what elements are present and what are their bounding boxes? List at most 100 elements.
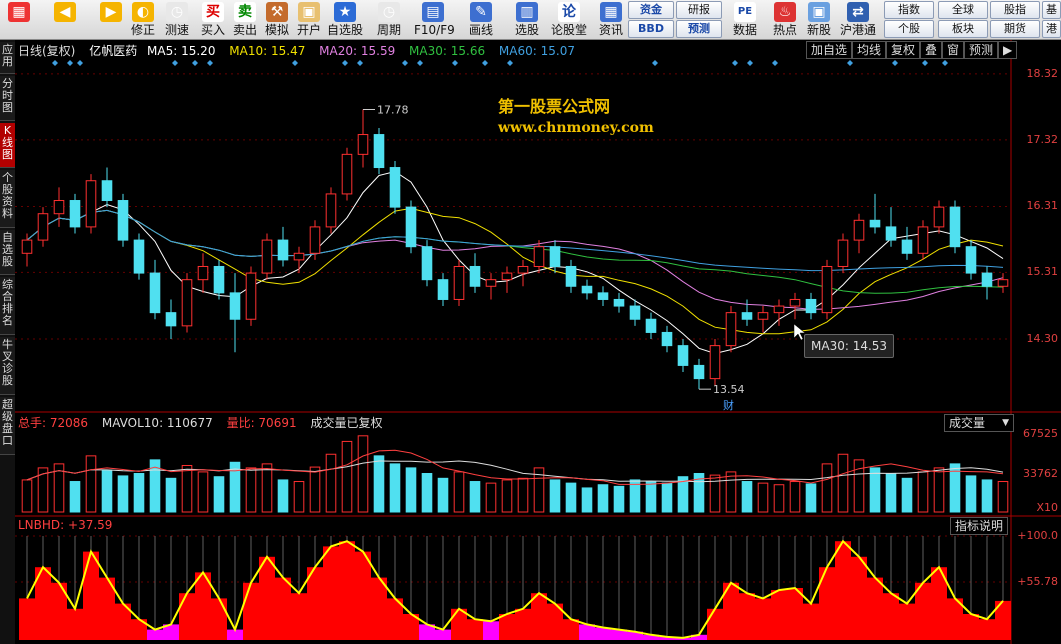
toolbar-button-14[interactable]: 论论股堂 xyxy=(550,0,588,40)
toolbar-button2-0[interactable]: PE 数据 xyxy=(728,0,762,40)
candle-body xyxy=(117,200,129,241)
toolbar-button-label: 论股堂 xyxy=(550,23,587,37)
left-tab-3[interactable]: 个股资料 xyxy=(0,170,15,228)
volume-selector[interactable]: 成交量 ▼ xyxy=(944,414,1014,432)
signal-marker xyxy=(192,60,198,66)
price-tick-label: 17.32 xyxy=(1026,132,1059,146)
toolbar-button-0[interactable]: ▦ xyxy=(2,0,36,40)
ma30-label: MA30: 15.66 xyxy=(409,44,486,58)
forward-arrow-icon: ▶ xyxy=(100,2,122,22)
candle-body xyxy=(85,180,97,228)
volume-tick-label: 33762 xyxy=(1023,467,1058,480)
volume-bar xyxy=(21,479,33,513)
left-tab-5[interactable]: 综合排名 xyxy=(0,277,15,335)
signal-marker xyxy=(452,60,458,66)
volume-bar xyxy=(341,440,353,513)
indicator-area xyxy=(19,598,35,640)
toolbar-button-12[interactable]: ✎ 画线 xyxy=(462,0,500,40)
signal-marker xyxy=(207,60,213,66)
market-button-2[interactable]: 股指 xyxy=(990,1,1040,19)
candle-body xyxy=(405,206,417,248)
price-header-button-2[interactable]: 复权 xyxy=(886,41,921,59)
ma10-label: MA10: 15.47 xyxy=(229,44,306,58)
price-header-button-6[interactable]: ▶ xyxy=(998,41,1018,59)
period-label[interactable]: 日线(复权) xyxy=(18,44,75,58)
toolbar-button-11[interactable]: ▤ F10/F9 xyxy=(414,0,455,40)
clock-icon: ◷ xyxy=(166,2,188,22)
indicator-area xyxy=(179,593,195,640)
left-tab-0[interactable]: 应用 xyxy=(0,42,15,74)
price-header-button-5[interactable]: 预测 xyxy=(964,41,999,59)
price-tick-label: 14.30 xyxy=(1026,332,1059,346)
candle-body xyxy=(997,279,1009,287)
left-tab-7[interactable]: 超级盘口 xyxy=(0,397,15,455)
indicator-help-button[interactable]: 指标说明 xyxy=(950,517,1009,535)
indicator-tick-label: +55.78 xyxy=(1017,574,1058,588)
volume-bar xyxy=(917,471,929,513)
candle-body xyxy=(357,134,369,155)
volume-bar xyxy=(373,455,385,513)
lnbhd-label: LNBHD: +37.59 xyxy=(18,518,113,532)
signal-marker xyxy=(52,60,58,66)
toolbar-button2-3[interactable]: ⇄ 沪港通 xyxy=(836,0,880,40)
volume-note: 成交量已复权 xyxy=(310,416,383,430)
toolbar-button-label: 热点 xyxy=(772,23,797,37)
indicator-area xyxy=(851,556,867,640)
volume-bar xyxy=(597,484,609,513)
toolbar-button-4[interactable]: ◷ 测速 xyxy=(158,0,196,40)
volume-bar xyxy=(181,464,193,513)
toolbar-button-2[interactable]: ▶ xyxy=(94,0,128,40)
volume-bar xyxy=(133,473,145,513)
volume-bar xyxy=(85,455,97,513)
market-button-7[interactable]: 港 xyxy=(1042,20,1061,38)
signal-marker xyxy=(652,60,658,66)
candle-body xyxy=(597,292,609,300)
toolbar-button-3[interactable]: ◐ 修正 xyxy=(124,0,162,40)
candle-body xyxy=(325,193,337,228)
toolbar-small-button-2[interactable]: 研报 xyxy=(676,1,722,19)
left-tab-4[interactable]: 自选股 xyxy=(0,230,15,275)
candle-body xyxy=(837,239,849,267)
left-tab-2[interactable]: K线图 xyxy=(0,123,15,168)
candle-body xyxy=(693,364,705,380)
toolbar-button-10[interactable]: ◷ 周期 xyxy=(370,0,408,40)
signal-marker xyxy=(747,60,753,66)
chevron-down-icon: ▼ xyxy=(1002,418,1009,428)
volume-bar xyxy=(213,476,225,513)
indicator-area xyxy=(755,598,771,640)
toolbar-small-button-0[interactable]: 资金 xyxy=(628,1,674,19)
market-button-4[interactable]: 个股 xyxy=(884,20,934,38)
market-button-3[interactable]: 基 xyxy=(1042,1,1061,19)
grid-icon: ▦ xyxy=(8,2,30,22)
candle-body xyxy=(757,312,769,320)
price-tick-label: 15.31 xyxy=(1026,265,1059,279)
market-button-1[interactable]: 全球 xyxy=(938,1,988,19)
market-button-6[interactable]: 期货 xyxy=(990,20,1040,38)
total-volume: 总手: 72086 xyxy=(18,416,89,430)
market-button-5[interactable]: 板块 xyxy=(938,20,988,38)
volume-bar xyxy=(773,484,785,513)
left-tab-6[interactable]: 牛叉诊股 xyxy=(0,337,15,395)
indicator-area xyxy=(371,577,387,640)
price-header-button-1[interactable]: 均线 xyxy=(852,41,887,59)
volume-bar xyxy=(725,471,737,513)
toolbar-button2-2[interactable]: ▣ 新股 xyxy=(802,0,836,40)
toolbar-button2-1[interactable]: ♨ 热点 xyxy=(768,0,802,40)
signal-marker xyxy=(342,60,348,66)
price-header-button-4[interactable]: 窗 xyxy=(942,41,965,59)
price-header-button-3[interactable]: 叠 xyxy=(920,41,943,59)
candle-body xyxy=(933,206,945,228)
toolbar-button-9[interactable]: ★ 自选股 xyxy=(326,0,364,40)
toolbar-button-1[interactable]: ◀ xyxy=(48,0,82,40)
price-header-button-0[interactable]: 加自选 xyxy=(806,41,853,59)
toolbar-small-button-1[interactable]: BBD xyxy=(628,20,674,38)
left-tab-1[interactable]: 分时图 xyxy=(0,76,15,121)
toolbar-small-button-3[interactable]: 预测 xyxy=(676,20,722,38)
toolbar-button-13[interactable]: ▥ 选股 xyxy=(508,0,546,40)
fix-icon: ◐ xyxy=(132,2,154,22)
toolbar-button-8[interactable]: ▣ 开户 xyxy=(290,0,328,40)
market-button-0[interactable]: 指数 xyxy=(884,1,934,19)
signal-marker xyxy=(77,60,83,66)
volume-bar xyxy=(69,481,81,513)
toolbar-button-15[interactable]: ▦ 资讯 xyxy=(592,0,630,40)
